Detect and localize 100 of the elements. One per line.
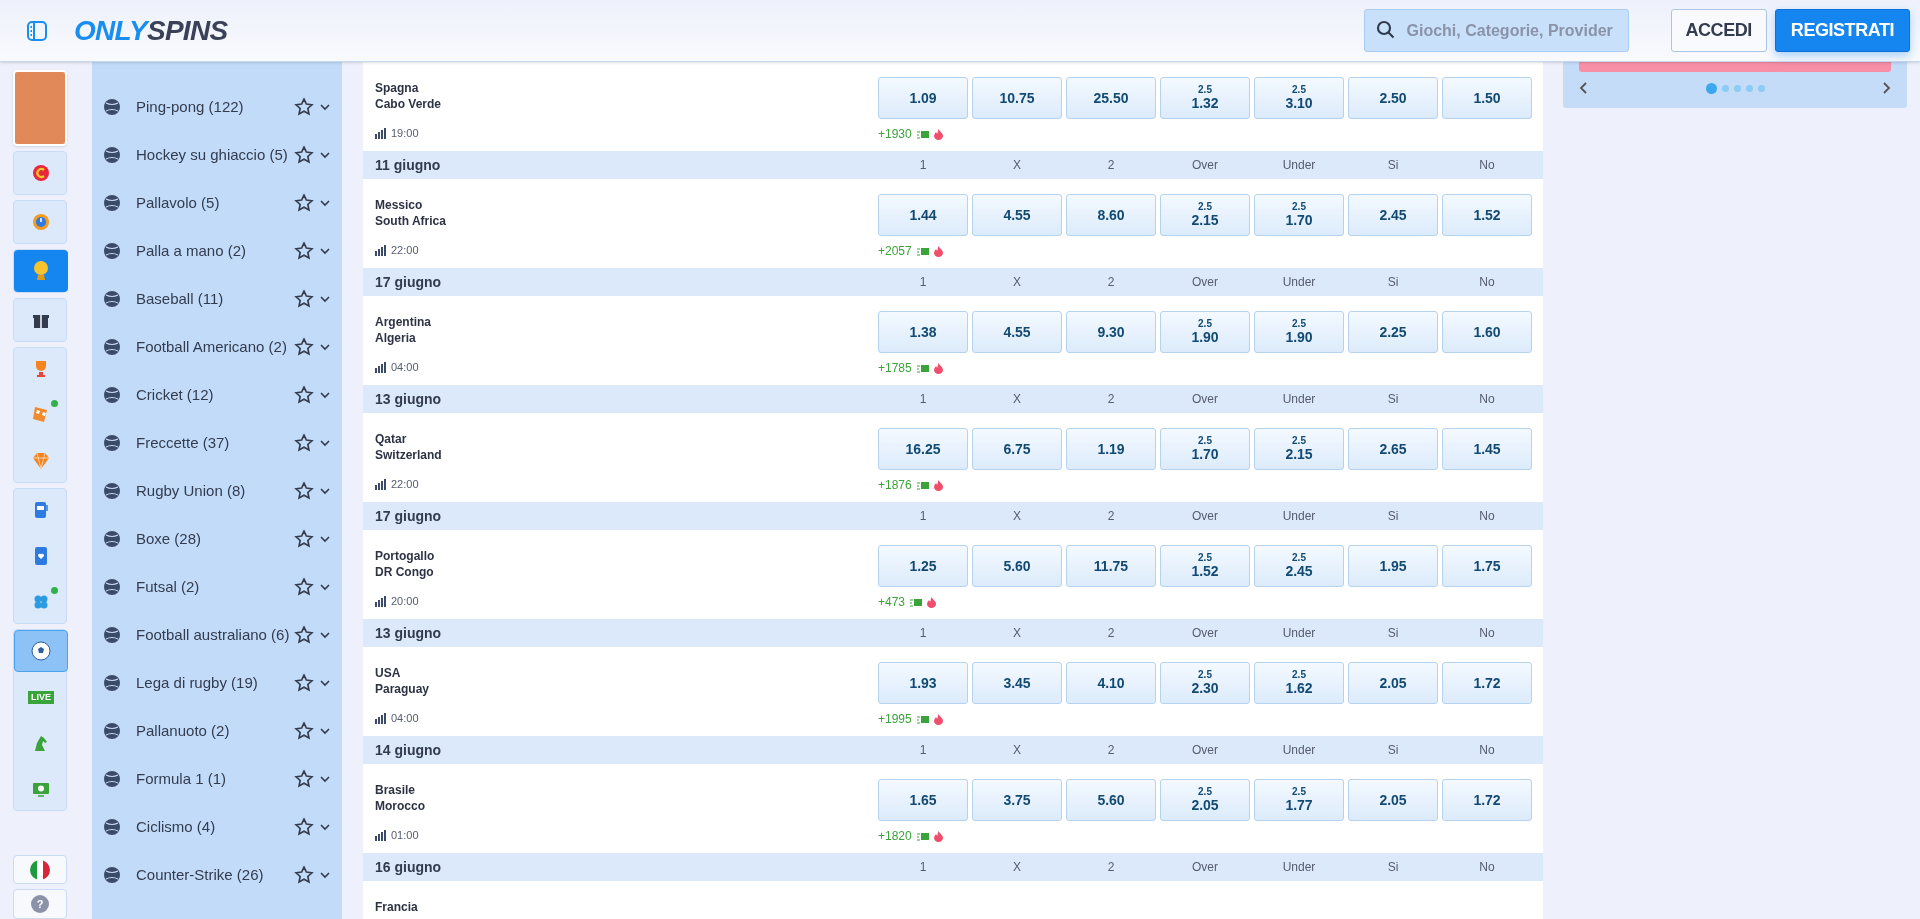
odds-button[interactable]: 2.5 1.77 [1254, 779, 1344, 821]
odds-button[interactable]: 1.75 [1442, 545, 1532, 587]
odds-button[interactable]: 2.5 1.70 [1254, 194, 1344, 236]
star-icon[interactable] [294, 241, 314, 261]
sport-item[interactable]: Lega di rugby (19) [92, 659, 342, 707]
chevron-down-icon[interactable] [320, 871, 330, 879]
star-icon[interactable] [294, 673, 314, 693]
star-icon[interactable] [294, 769, 314, 789]
chevron-down-icon[interactable] [320, 487, 330, 495]
sport-item[interactable]: Football Americano (2) [92, 323, 342, 371]
sport-item[interactable]: Rugby Union (8) [92, 467, 342, 515]
odds-button[interactable]: 2.5 1.90 [1254, 311, 1344, 353]
star-icon[interactable] [294, 289, 314, 309]
star-icon[interactable] [294, 337, 314, 357]
chevron-down-icon[interactable] [320, 151, 330, 159]
odds-button[interactable]: 2.05 [1348, 662, 1438, 704]
rail-item[interactable] [14, 630, 68, 672]
chevron-down-icon[interactable] [320, 103, 330, 111]
odds-button[interactable]: 4.55 [972, 194, 1062, 236]
odds-button[interactable]: 1.19 [1066, 428, 1156, 470]
odds-button[interactable]: 2.5 2.05 [1160, 779, 1250, 821]
odds-button[interactable]: 1.44 [878, 194, 968, 236]
odds-button[interactable]: 2.5 1.32 [1160, 77, 1250, 119]
odds-button[interactable]: 1.25 [878, 545, 968, 587]
odds-button[interactable]: 3.45 [972, 662, 1062, 704]
odds-button[interactable]: 2.65 [1348, 428, 1438, 470]
star-icon[interactable] [294, 481, 314, 501]
star-icon[interactable] [294, 433, 314, 453]
star-icon[interactable] [294, 577, 314, 597]
odds-button[interactable]: 2.5 2.15 [1160, 194, 1250, 236]
stats-icon[interactable] [375, 829, 387, 841]
stats-icon[interactable] [375, 361, 387, 373]
stats-icon[interactable] [375, 478, 387, 490]
odds-button[interactable]: 2.5 1.90 [1160, 311, 1250, 353]
stats-icon[interactable] [375, 127, 387, 139]
star-icon[interactable] [294, 145, 314, 165]
login-button[interactable]: ACCEDI [1670, 9, 1767, 52]
odds-button[interactable]: 1.38 [878, 311, 968, 353]
odds-button[interactable]: 1.52 [1442, 194, 1532, 236]
sport-item[interactable]: Football australiano (6) [92, 611, 342, 659]
odds-button[interactable]: 5.60 [972, 545, 1062, 587]
chevron-down-icon[interactable] [320, 295, 330, 303]
chevron-down-icon[interactable] [320, 391, 330, 399]
odds-button[interactable]: 1.72 [1442, 779, 1532, 821]
odds-button[interactable]: 16.25 [878, 428, 968, 470]
star-icon[interactable] [294, 625, 314, 645]
odds-button[interactable]: 3.75 [972, 779, 1062, 821]
chevron-down-icon[interactable] [320, 823, 330, 831]
sport-item[interactable]: Baseball (11) [92, 275, 342, 323]
star-icon[interactable] [294, 721, 314, 741]
stats-icon[interactable] [375, 244, 387, 256]
odds-button[interactable]: 2.50 [1348, 77, 1438, 119]
star-icon[interactable] [294, 529, 314, 549]
odds-button[interactable]: 11.75 [1066, 545, 1156, 587]
sport-item[interactable]: Pallanuoto (2) [92, 707, 342, 755]
sport-item[interactable]: Palla a mano (2) [92, 227, 342, 275]
odds-button[interactable]: 2.25 [1348, 311, 1438, 353]
onlyspins-logo[interactable]: ONLYSPINS [74, 16, 228, 45]
odds-button[interactable]: 4.10 [1066, 662, 1156, 704]
star-icon[interactable] [294, 385, 314, 405]
odds-button[interactable]: 10.75 [972, 77, 1062, 119]
sport-item[interactable]: Boxe (28) [92, 515, 342, 563]
odds-button[interactable]: 9.30 [1066, 311, 1156, 353]
odds-button[interactable]: 6.75 [972, 428, 1062, 470]
sport-item[interactable]: Cricket (12) [92, 371, 342, 419]
odds-button[interactable]: 2.5 1.70 [1160, 428, 1250, 470]
sport-item[interactable]: Counter-Strike (26) [92, 851, 342, 899]
odds-button[interactable]: 2.5 2.45 [1254, 545, 1344, 587]
odds-button[interactable]: 2.05 [1348, 779, 1438, 821]
chevron-down-icon[interactable] [320, 583, 330, 591]
odds-button[interactable]: 2.5 3.10 [1254, 77, 1344, 119]
sport-item[interactable]: Freccette (37) [92, 419, 342, 467]
odds-button[interactable]: 1.09 [878, 77, 968, 119]
odds-button[interactable]: 5.60 [1066, 779, 1156, 821]
sport-item[interactable]: Hockey su ghiaccio (5) [92, 131, 342, 179]
sport-item[interactable]: Ping-pong (122) [92, 83, 342, 131]
sport-item[interactable]: Pallavolo (5) [92, 179, 342, 227]
odds-button[interactable]: 2.5 1.52 [1160, 545, 1250, 587]
chevron-down-icon[interactable] [320, 247, 330, 255]
odds-button[interactable]: 4.55 [972, 311, 1062, 353]
odds-button[interactable]: 1.50 [1442, 77, 1532, 119]
chevron-down-icon[interactable] [320, 199, 330, 207]
chevron-down-icon[interactable] [320, 727, 330, 735]
odds-button[interactable]: 1.72 [1442, 662, 1532, 704]
odds-button[interactable]: 2.5 1.62 [1254, 662, 1344, 704]
star-icon[interactable] [294, 97, 314, 117]
chevron-right-icon[interactable] [1881, 81, 1891, 95]
odds-button[interactable]: 2.45 [1348, 194, 1438, 236]
register-button[interactable]: REGISTRATI [1774, 9, 1910, 52]
sport-item[interactable]: Formula 1 (1) [92, 755, 342, 803]
star-icon[interactable] [294, 817, 314, 837]
odds-button[interactable]: 1.95 [1348, 545, 1438, 587]
odds-button[interactable]: 1.45 [1442, 428, 1532, 470]
chevron-left-icon[interactable] [1579, 81, 1589, 95]
photo-placeholder[interactable] [13, 70, 67, 146]
sport-item[interactable]: Futsal (2) [92, 563, 342, 611]
chevron-down-icon[interactable] [320, 439, 330, 447]
odds-button[interactable]: 2.5 2.30 [1160, 662, 1250, 704]
odds-button[interactable]: 25.50 [1066, 77, 1156, 119]
sport-item[interactable]: Ciclismo (4) [92, 803, 342, 851]
